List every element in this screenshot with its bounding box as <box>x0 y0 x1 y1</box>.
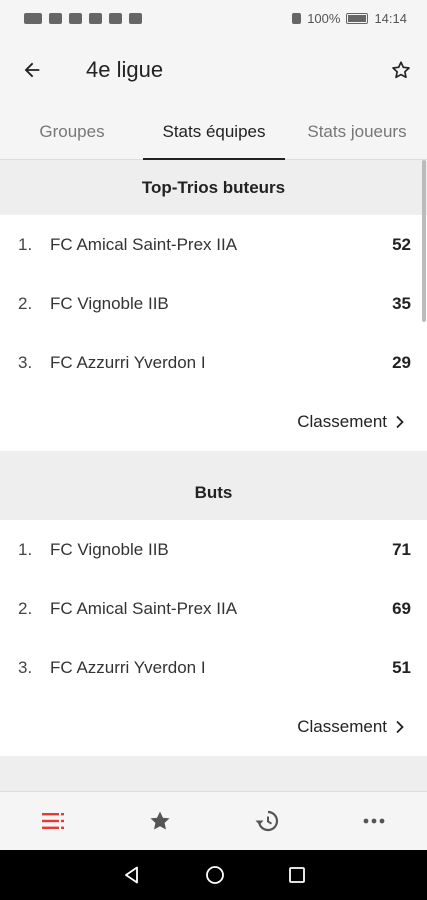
table-row[interactable]: 3. FC Azzurri Yverdon I 51 <box>0 638 427 697</box>
nav-league-list[interactable] <box>0 792 107 850</box>
nfc-icon <box>24 12 42 24</box>
section-title-buts-domicile: Buts à domicile <box>0 770 427 791</box>
row-value: 29 <box>392 352 411 372</box>
back-button[interactable] <box>0 36 64 104</box>
row-rank: 1. <box>18 539 33 559</box>
nav-favorites[interactable] <box>107 792 214 850</box>
table-row[interactable]: 1. FC Vignoble IIB 71 <box>0 520 427 579</box>
table-row[interactable]: 2. FC Vignoble IIB 35 <box>0 274 427 333</box>
table-row[interactable]: 3. FC Azzurri Yverdon I 29 <box>0 333 427 392</box>
status-bar: 100% 14:14 <box>0 0 427 36</box>
signal-icon <box>49 12 62 24</box>
row-rank: 2. <box>18 598 33 618</box>
star-outline-icon <box>392 61 410 79</box>
row-value: 71 <box>392 539 411 559</box>
row-rank: 1. <box>18 234 33 254</box>
classement-label: Classement <box>297 411 387 431</box>
tab-bar: Groupes Stats équipes Stats joueurs <box>0 104 427 161</box>
app-status-icon <box>129 12 142 24</box>
section-title-top-trios: Top-Trios buteurs <box>0 160 427 215</box>
section-card-buts: 1. FC Vignoble IIB 71 2. FC Amical Saint… <box>0 520 427 756</box>
arrow-back-icon <box>24 62 40 78</box>
status-icons-left <box>24 12 142 24</box>
row-rank: 3. <box>18 352 33 372</box>
row-team: FC Vignoble IIB <box>50 539 169 559</box>
list-icon <box>42 813 65 829</box>
row-rank: 2. <box>18 293 33 313</box>
section-title-buts: Buts <box>0 465 427 520</box>
stats-content: Top-Trios buteurs 1. FC Amical Saint-Pre… <box>0 160 427 791</box>
history-icon <box>255 810 278 832</box>
scrollbar[interactable] <box>422 160 426 322</box>
bottom-nav <box>0 791 427 850</box>
battery-icon <box>346 12 369 24</box>
row-value: 35 <box>392 293 411 313</box>
nav-history[interactable] <box>214 792 321 850</box>
row-value: 52 <box>392 234 411 254</box>
row-team: FC Vignoble IIB <box>50 293 169 313</box>
table-row[interactable]: 1. FC Amical Saint-Prex IIA 52 <box>0 215 427 274</box>
app-bar: 4e ligue <box>0 36 427 104</box>
back-triangle-icon[interactable] <box>122 865 142 885</box>
row-team: FC Amical Saint-Prex IIA <box>50 598 238 618</box>
chevron-right-icon <box>396 720 404 733</box>
tab-stats-joueurs[interactable]: Stats joueurs <box>298 104 416 160</box>
chevron-right-icon <box>396 415 404 428</box>
vibrate-icon <box>292 12 302 24</box>
section-divider <box>0 451 427 465</box>
section-card-top-trios: 1. FC Amical Saint-Prex IIA 52 2. FC Vig… <box>0 215 427 451</box>
home-circle-icon[interactable] <box>205 865 225 885</box>
settings-status-icon <box>89 12 102 24</box>
row-team: FC Azzurri Yverdon I <box>50 657 206 677</box>
star-icon <box>150 811 170 830</box>
classement-link[interactable]: Classement <box>0 697 427 756</box>
favorite-button[interactable] <box>375 36 427 104</box>
row-team: FC Amical Saint-Prex IIA <box>50 234 238 254</box>
row-value: 51 <box>392 657 411 677</box>
tab-groupes[interactable]: Groupes <box>22 104 122 160</box>
row-rank: 3. <box>18 657 33 677</box>
nav-more[interactable] <box>320 792 427 850</box>
tab-stats-equipes[interactable]: Stats équipes <box>143 104 285 161</box>
row-team: FC Azzurri Yverdon I <box>50 352 206 372</box>
status-time: 14:14 <box>374 10 407 26</box>
classement-link[interactable]: Classement <box>0 392 427 451</box>
section-divider <box>0 756 427 770</box>
nfc-n-icon <box>109 12 122 24</box>
table-row[interactable]: 2. FC Amical Saint-Prex IIA 69 <box>0 579 427 638</box>
recents-square-icon[interactable] <box>288 866 306 884</box>
status-icons-right: 100% 14:14 <box>292 11 407 26</box>
classement-label: Classement <box>297 716 387 736</box>
row-value: 69 <box>392 598 411 618</box>
system-nav-bar <box>0 850 427 900</box>
battery-percent: 100% <box>307 10 341 26</box>
more-icon <box>363 818 385 824</box>
wifi-icon <box>69 12 82 24</box>
page-title: 4e ligue <box>86 57 164 82</box>
